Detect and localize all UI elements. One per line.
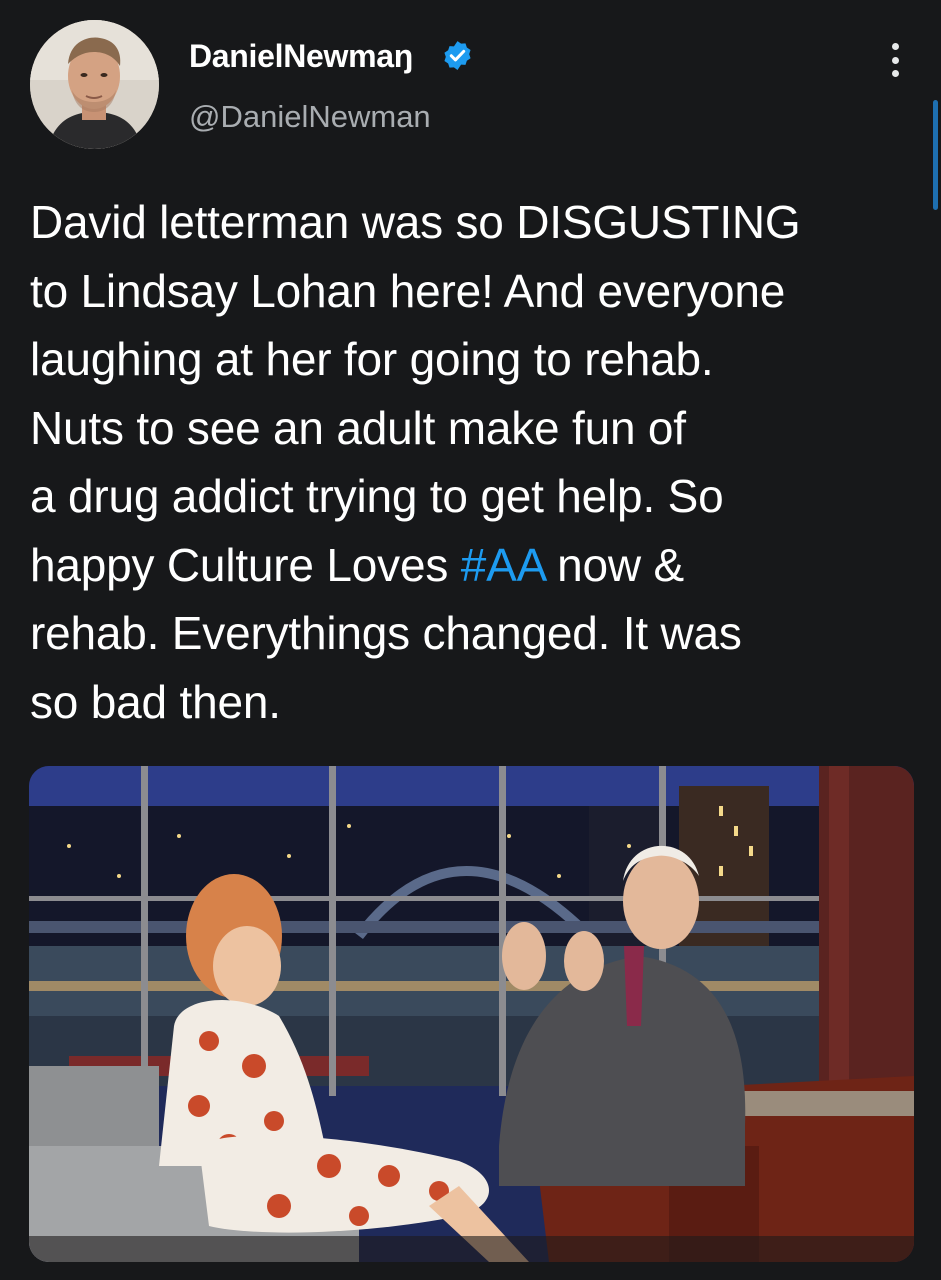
avatar[interactable] [30,20,159,149]
author-display-name[interactable]: DanielNewmaŋ [189,38,413,75]
author-handle[interactable]: @DanielNewman [189,99,431,135]
hashtag-link[interactable]: #AA [461,539,545,591]
tweet-text-segment: David letterman was so DISGUSTING to Lin… [30,196,801,591]
verified-badge-icon [441,39,474,72]
tweet-media-photo[interactable] [29,766,914,1262]
scrollbar[interactable] [933,100,938,210]
more-options-icon[interactable] [880,40,910,80]
tweet-text: David letterman was so DISGUSTING to Lin… [30,188,920,736]
